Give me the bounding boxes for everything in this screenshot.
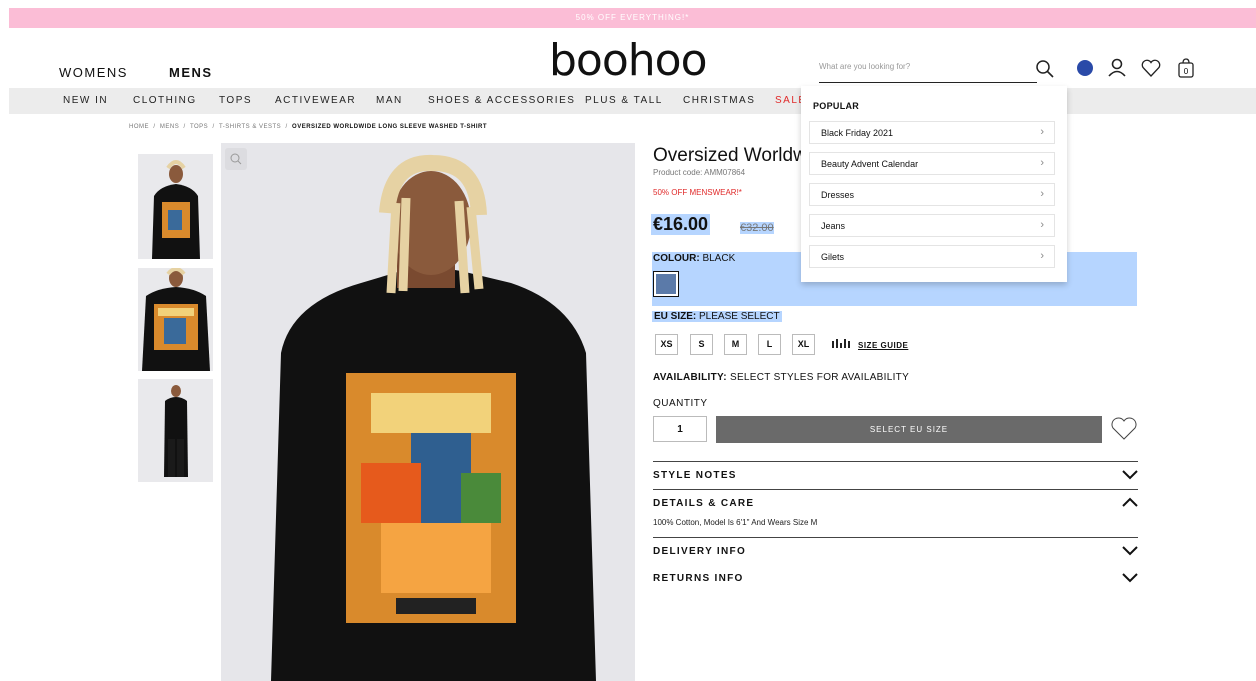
chevron-down-icon <box>1122 546 1138 556</box>
size-xs-button[interactable]: XS <box>655 334 678 355</box>
nav-shoes-accessories[interactable]: SHOES & ACCESSORIES <box>428 95 575 106</box>
chevron-right-icon: › <box>1040 126 1044 138</box>
chevron-up-icon <box>1122 497 1138 507</box>
thumbnail-2[interactable] <box>138 268 213 371</box>
eu-flag-icon[interactable] <box>1077 60 1093 76</box>
size-l-button[interactable]: L <box>758 334 781 355</box>
mens-link[interactable]: MENS <box>169 65 213 80</box>
popular-item-black-friday[interactable]: Black Friday 2021 › <box>809 121 1055 144</box>
size-label: EU SIZE: PLEASE SELECT <box>652 311 782 322</box>
chevron-right-icon: › <box>1040 219 1044 231</box>
details-care-text: 100% Cotton, Model Is 6'1" And Wears Siz… <box>653 518 818 527</box>
breadcrumb-current: OVERSIZED WORLDWIDE LONG SLEEVE WASHED T… <box>292 124 488 130</box>
nav-man[interactable]: MAN <box>376 95 403 106</box>
main-nav: NEW IN CLOTHING TOPS ACTIVEWEAR MAN SHOE… <box>9 88 1256 114</box>
main-product-image[interactable] <box>221 143 635 681</box>
popular-item-label: Beauty Advent Calendar <box>821 159 919 169</box>
size-m-button[interactable]: M <box>724 334 747 355</box>
accordion-title: RETURNS INFO <box>653 573 744 584</box>
chevron-right-icon: › <box>1040 157 1044 169</box>
zoom-icon[interactable] <box>225 148 247 170</box>
search-icon[interactable] <box>1035 59 1055 79</box>
size-xl-button[interactable]: XL <box>792 334 815 355</box>
popular-item-dresses[interactable]: Dresses › <box>809 183 1055 206</box>
size-value: PLEASE SELECT <box>699 311 780 322</box>
quantity-input[interactable]: 1 <box>653 416 707 442</box>
quantity-label: QUANTITY <box>653 398 708 409</box>
popular-item-label: Dresses <box>821 190 855 200</box>
chevron-down-icon <box>1122 470 1138 480</box>
wishlist-icon[interactable] <box>1140 57 1162 79</box>
breadcrumb-separator: / <box>212 124 215 130</box>
breadcrumb-tshirts[interactable]: T-SHIRTS & VESTS <box>219 124 281 130</box>
colour-label: COLOUR: BLACK <box>653 253 735 264</box>
accordion-delivery-info[interactable]: DELIVERY INFO <box>653 537 1138 565</box>
popular-heading: POPULAR <box>813 101 860 111</box>
thumbnail-image <box>164 385 188 477</box>
popular-item-jeans[interactable]: Jeans › <box>809 214 1055 237</box>
popular-item-label: Gilets <box>821 252 845 262</box>
swatch-fill <box>656 274 676 294</box>
accordion-title: DETAILS & CARE <box>653 498 755 509</box>
boohoo-logo[interactable]: boohoo <box>549 35 707 86</box>
product-code: Product code: AMM07864 <box>653 168 746 177</box>
availability: AVAILABILITY: SELECT STYLES FOR AVAILABI… <box>653 372 909 383</box>
thumbnail-3[interactable] <box>138 379 213 482</box>
was-price: €32.00 <box>740 222 774 234</box>
chevron-down-icon <box>1122 573 1138 583</box>
add-to-wishlist-icon[interactable] <box>1110 416 1138 442</box>
breadcrumb-separator: / <box>285 124 288 130</box>
colour-label-key: COLOUR: <box>653 253 700 264</box>
thumbnail-image <box>152 160 200 259</box>
bag-icon[interactable]: 0 <box>1175 57 1197 79</box>
accordion-title: DELIVERY INFO <box>653 546 747 557</box>
size-guide-link[interactable]: SIZE GUIDE <box>832 339 908 350</box>
breadcrumb-home[interactable]: HOME <box>129 124 149 130</box>
accordion-returns-info[interactable]: RETURNS INFO <box>653 565 1138 592</box>
product-title: Oversized Worldw <box>653 145 807 166</box>
breadcrumb-separator: / <box>153 124 156 130</box>
nav-christmas[interactable]: CHRISTMAS <box>683 95 755 106</box>
size-label-key: EU SIZE: <box>654 311 697 322</box>
search-placeholder: What are you looking for? <box>819 62 911 71</box>
nav-activewear[interactable]: ACTIVEWEAR <box>275 95 356 106</box>
popular-item-label: Black Friday 2021 <box>821 128 894 138</box>
popular-item-label: Jeans <box>821 221 846 231</box>
offer-text: 50% OFF MENSWEAR!* <box>653 188 742 197</box>
nav-plus-tall[interactable]: PLUS & TALL <box>585 95 663 106</box>
availability-value: SELECT STYLES FOR AVAILABILITY <box>729 372 910 383</box>
popular-item-gilets[interactable]: Gilets › <box>809 245 1055 268</box>
thumbnail-image <box>142 268 210 371</box>
chevron-right-icon: › <box>1040 250 1044 262</box>
bag-count: 0 <box>1184 67 1189 76</box>
size-guide-label: SIZE GUIDE <box>858 341 909 350</box>
account-icon[interactable] <box>1106 57 1128 79</box>
thumbnail-1[interactable] <box>138 154 213 259</box>
nav-clothing[interactable]: CLOTHING <box>133 95 197 106</box>
current-price: €16.00 <box>651 214 711 235</box>
promo-banner[interactable]: 50% OFF EVERYTHING!* <box>9 8 1256 28</box>
search-input[interactable]: What are you looking for? <box>819 60 1037 83</box>
womens-link[interactable]: WOMENS <box>59 65 128 80</box>
breadcrumb: HOME / MENS / TOPS / T-SHIRTS & VESTS / … <box>129 124 487 130</box>
accordion-style-notes[interactable]: STYLE NOTES <box>653 461 1138 489</box>
chevron-right-icon: › <box>1040 188 1044 200</box>
product-page: 50% OFF EVERYTHING!* WOMENS MENS boohoo … <box>9 8 1256 681</box>
ruler-icon <box>832 339 850 348</box>
breadcrumb-separator: / <box>183 124 186 130</box>
nav-new-in[interactable]: NEW IN <box>63 95 108 106</box>
breadcrumb-mens[interactable]: MENS <box>160 124 179 130</box>
size-s-button[interactable]: S <box>690 334 713 355</box>
product-photo <box>271 154 596 681</box>
nav-tops[interactable]: TOPS <box>219 95 252 106</box>
select-size-button[interactable]: SELECT EU SIZE <box>716 416 1102 443</box>
colour-swatch-black[interactable] <box>653 271 679 297</box>
breadcrumb-tops[interactable]: TOPS <box>190 124 208 130</box>
popular-item-beauty-advent[interactable]: Beauty Advent Calendar › <box>809 152 1055 175</box>
search-suggestions-dropdown: POPULAR Black Friday 2021 › Beauty Advent… <box>801 86 1067 282</box>
accordion-details-care[interactable]: DETAILS & CARE <box>653 489 1138 517</box>
availability-key: AVAILABILITY: <box>653 372 727 383</box>
accordion-title: STYLE NOTES <box>653 470 737 481</box>
colour-value: BLACK <box>702 253 736 264</box>
